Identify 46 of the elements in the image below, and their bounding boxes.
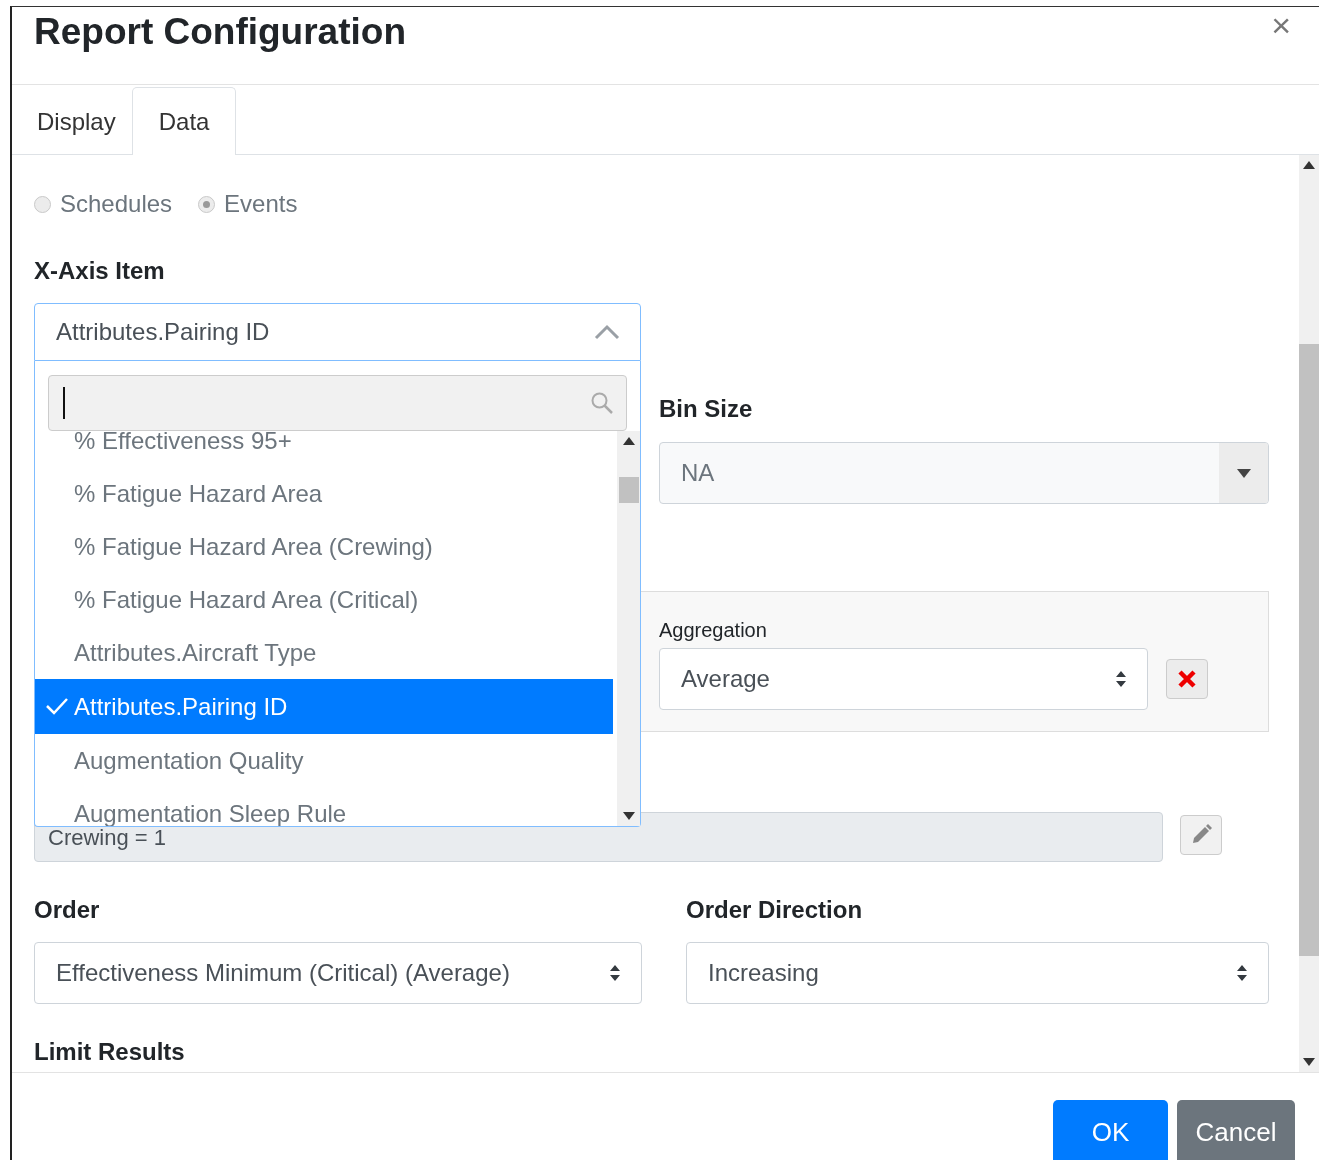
field-label: Aggregation	[659, 618, 768, 642]
dropdown-option[interactable]: Attributes.Pairing ID	[35, 679, 613, 734]
aggregation-select[interactable]: Average	[659, 648, 1148, 710]
dropdown-option[interactable]: % Fatigue Hazard Area	[35, 467, 613, 520]
search-icon	[590, 391, 614, 415]
chevron-up-icon	[594, 324, 620, 340]
caret-up-icon[interactable]	[1303, 161, 1315, 169]
bin-size-select: NA	[659, 442, 1269, 504]
sort-arrows-icon	[1236, 964, 1248, 982]
field-label: Limit Results	[34, 1038, 186, 1066]
dropdown-option[interactable]: % Fatigue Hazard Area (Critical)	[35, 573, 613, 626]
field-label: Order Direction	[686, 896, 864, 924]
close-icon	[1177, 669, 1197, 689]
order-select[interactable]: Effectiveness Minimum (Critical) (Average)	[34, 942, 642, 1004]
field-label: X-Axis Item	[34, 257, 166, 285]
check-icon	[45, 696, 69, 716]
caret-down-icon[interactable]	[622, 812, 635, 820]
field-label: Order	[34, 896, 101, 924]
tab[interactable]: Data	[131, 87, 237, 155]
search-field[interactable]	[48, 375, 627, 431]
radio-label: Schedules	[60, 190, 173, 218]
dropdown-option[interactable]: Augmentation Quality	[35, 734, 613, 787]
scrollbar-thumb[interactable]	[618, 477, 639, 503]
dropdown-option[interactable]: Attributes.Aircraft Type	[35, 626, 613, 679]
dialog-title: Report Configuration	[34, 11, 406, 53]
cancel-button[interactable]: Cancel	[1177, 1100, 1295, 1160]
order-direction-select[interactable]: Increasing	[686, 942, 1269, 1004]
edit-button[interactable]	[1180, 815, 1222, 855]
scrollbar[interactable]	[617, 431, 640, 826]
caret-down-icon[interactable]	[1303, 1058, 1315, 1066]
dropdown-option[interactable]: % Effectiveness 95+	[35, 431, 613, 467]
x-axis-select[interactable]: Attributes.Pairing ID	[34, 303, 641, 361]
sort-arrows-icon	[609, 964, 621, 982]
sort-arrows-icon	[1115, 670, 1127, 688]
scrollbar-thumb[interactable]	[1299, 344, 1319, 956]
ok-button[interactable]: OK	[1053, 1100, 1168, 1160]
field-label: Bin Size	[659, 395, 754, 423]
caret-up-icon[interactable]	[622, 437, 635, 445]
caret-down-icon	[1236, 468, 1251, 478]
text-cursor	[63, 387, 65, 419]
radio-label: Events	[224, 190, 298, 218]
dropdown-option[interactable]: % Fatigue Hazard Area (Crewing)	[35, 520, 613, 573]
delete-button[interactable]	[1166, 659, 1208, 699]
tab[interactable]: Display	[24, 88, 129, 155]
scrollbar[interactable]	[1299, 155, 1319, 1072]
close-button[interactable]: ×	[1267, 7, 1295, 46]
